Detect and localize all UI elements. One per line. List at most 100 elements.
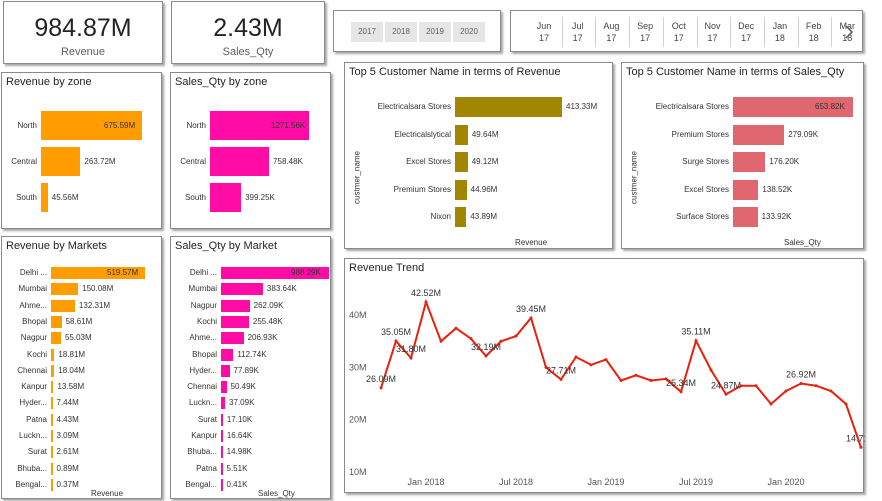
bar[interactable] — [210, 147, 270, 176]
data-label: 988.29K — [291, 268, 321, 277]
bar[interactable] — [221, 430, 223, 442]
month-button-aug-17[interactable]: Aug 17 — [595, 20, 627, 44]
data-label: 50.49K — [230, 382, 256, 392]
bar[interactable] — [51, 381, 54, 394]
bar[interactable] — [51, 430, 53, 442]
bar[interactable] — [221, 348, 234, 361]
bar[interactable] — [221, 315, 249, 328]
bar[interactable] — [221, 462, 223, 475]
category-label: Electricalslytical — [394, 129, 451, 139]
data-label: 49.64M — [471, 129, 499, 139]
bar[interactable] — [221, 332, 244, 345]
data-label: 0.89M — [56, 463, 79, 473]
bar[interactable] — [221, 381, 227, 394]
category-label: Bhuba... — [187, 447, 217, 457]
year-button-2020[interactable]: 2020 — [453, 22, 485, 42]
bar[interactable] — [51, 299, 75, 312]
month-button-dec-17[interactable]: Dec 17 — [730, 20, 762, 44]
data-point — [574, 355, 578, 359]
category-label: Kochi — [196, 316, 217, 326]
month-button-jan-18[interactable]: Jan 18 — [764, 20, 796, 44]
bar[interactable] — [455, 97, 562, 117]
bar[interactable] — [221, 413, 223, 426]
data-label: 55.03M — [64, 333, 92, 343]
category-label: Ahme... — [189, 333, 217, 343]
data-label: 31.80M — [396, 344, 426, 354]
data-point — [844, 402, 848, 406]
data-label: 18.04M — [58, 365, 85, 375]
data-label: 262.09K — [253, 300, 284, 310]
category-label: Kanpur — [191, 431, 217, 440]
month-divider — [730, 17, 732, 47]
bar[interactable] — [51, 478, 53, 491]
data-label: 45.56M — [51, 192, 79, 202]
bar[interactable] — [455, 152, 468, 172]
bar[interactable] — [733, 179, 759, 200]
bar[interactable] — [51, 397, 53, 410]
data-label: 35.05M — [381, 327, 411, 337]
month-button-sep-17[interactable]: Sep 17 — [629, 20, 661, 44]
bar[interactable] — [41, 147, 81, 176]
data-point — [514, 334, 518, 338]
bar[interactable] — [51, 364, 55, 377]
year-button-2017[interactable]: 2017 — [351, 22, 383, 42]
bar[interactable] — [210, 183, 242, 212]
revenue-trend-card: Revenue Trend 10M 20M 30M 40M Jan 2018 Jul 20… — [344, 258, 865, 493]
top5-revenue-card: Top 5 Customer Name in terms of Revenue … — [344, 62, 613, 249]
category-label: North — [17, 120, 37, 130]
bar[interactable] — [221, 478, 223, 491]
bar[interactable] — [221, 397, 226, 410]
x-tick-label: Jul 2019 — [679, 477, 713, 487]
data-point — [814, 384, 818, 388]
bar[interactable] — [733, 152, 766, 172]
data-label: 13.58M — [57, 382, 85, 392]
y-tick-label: 10M — [349, 467, 367, 477]
x-axis-title: Revenue — [515, 238, 548, 247]
bar[interactable] — [51, 413, 53, 426]
month-button-feb-18[interactable]: Feb 18 — [798, 20, 830, 44]
month-button-jul-17[interactable]: Jul 17 — [562, 20, 594, 44]
data-label: 14.71M — [846, 433, 865, 443]
category-label: Kanpur — [21, 382, 47, 392]
bar[interactable] — [51, 446, 53, 459]
bar[interactable] — [455, 179, 467, 200]
category-label: Chennai — [17, 365, 47, 375]
data-point — [559, 377, 563, 381]
salesqty-by-market-card: Sales_Qty by Market Delhi ... 988.29K Mumb… — [170, 236, 331, 499]
data-label: 112.74K — [237, 349, 267, 359]
month-divider — [561, 17, 563, 47]
category-label: Mumbai — [18, 284, 47, 294]
bar[interactable] — [51, 462, 53, 475]
bar[interactable] — [455, 124, 468, 145]
month-button-jun-17[interactable]: Jun 17 — [528, 20, 560, 44]
category-label: Central — [11, 156, 37, 166]
bar[interactable] — [51, 348, 55, 361]
bar[interactable] — [455, 207, 467, 227]
data-label: 133.92K — [761, 212, 792, 221]
category-label: Patna — [196, 463, 217, 473]
bar[interactable] — [221, 283, 263, 296]
revenue-kpi-card: 984.87M Revenue — [3, 1, 163, 64]
bar[interactable] — [221, 364, 230, 377]
month-divider — [696, 17, 698, 47]
data-point — [409, 356, 413, 360]
month-button-oct-17[interactable]: Oct 17 — [663, 20, 695, 44]
bar[interactable] — [221, 446, 223, 459]
data-label: 0.37M — [56, 479, 79, 489]
category-label: Surat — [197, 414, 217, 424]
chevron-right-icon[interactable] — [842, 23, 856, 41]
data-label: 17.10K — [226, 414, 253, 424]
bar[interactable] — [51, 315, 62, 328]
bar[interactable] — [41, 183, 48, 212]
data-label: 44.96M — [470, 184, 498, 194]
bar[interactable] — [51, 332, 61, 345]
y-axis-title: custmer_name — [629, 151, 639, 204]
bar[interactable] — [221, 299, 250, 312]
year-button-2018[interactable]: 2018 — [385, 22, 417, 42]
salesqty-kpi-card: 2.43M Sales_Qty — [171, 1, 325, 64]
bar[interactable] — [733, 124, 785, 145]
bar[interactable] — [733, 207, 758, 227]
bar[interactable] — [51, 283, 79, 296]
year-button-2019[interactable]: 2019 — [419, 22, 451, 42]
month-button-nov-17[interactable]: Nov 17 — [697, 20, 729, 44]
